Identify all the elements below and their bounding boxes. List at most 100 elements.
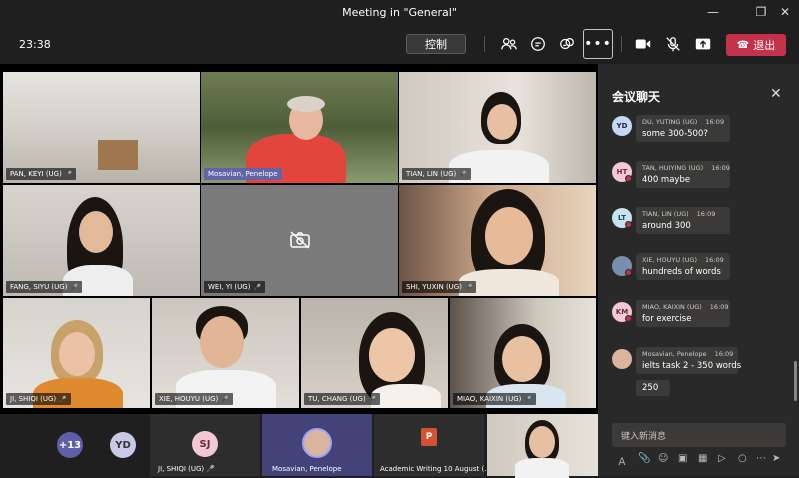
chat-message-input[interactable]: 键入新消息 (612, 423, 786, 447)
chat-message: DU, YUTING (UG) 16:09 some 300-500? (636, 115, 730, 142)
participant-name-tag: TIAN, LIN (UG) 🎤 (402, 168, 471, 180)
chat-message: XIE, HOUYU (UG) 16:09 hundreds of words (636, 253, 730, 280)
chat-message: TIAN, LIN (UG) 16:09 around 300 (636, 207, 730, 234)
mic-icon: 🎤 (70, 283, 78, 291)
video-tile[interactable]: PAN, KEYI (UG) 🎤 (3, 72, 200, 183)
stairs-shape (98, 140, 138, 170)
meeting-chat-panel: 会议聊天 ✕ YD DU, YUTING (UG) 16:09 some 300-… (598, 64, 799, 476)
toolbar-divider (621, 36, 622, 52)
sticker-icon[interactable]: ▦ (698, 453, 707, 464)
chat-message: Mosavian, Penelope 16:09 ielts task 2 - 3… (636, 347, 741, 374)
title-bar: Meeting in "General" (0, 0, 799, 24)
participant-name: JI, SHIQI (UG) 🎤 (158, 465, 216, 473)
avatar (612, 349, 632, 369)
meeting-toolbar: 23:38 控制 ••• ☎ 退出 (0, 24, 799, 80)
meet-icon[interactable]: ▷ (718, 453, 726, 464)
meeting-timer: 23:38 (19, 38, 51, 51)
participant-name-tag: JI, SHIQI (UG) 🎤 (6, 393, 71, 405)
participant-name-tag: SHI, YUXIN (UG) 🎤 (402, 281, 477, 293)
participant-name-tag: Mosavian, Penelope (204, 168, 282, 180)
video-tile[interactable]: JI, SHIQI (UG) 🎤 (3, 298, 150, 408)
more-options-icon[interactable]: ⋯ (756, 453, 766, 464)
mic-icon: 🎤 (253, 283, 261, 291)
participant-body (515, 458, 569, 478)
overflow-participants-button[interactable]: +13 (57, 432, 83, 458)
video-tile[interactable]: TU, CHANG (UG) 🎤 (301, 298, 448, 408)
participant-name-tag: MIAO, KAIXIN (UG) 🎤 (453, 393, 536, 405)
mic-icon: 🎤 (524, 395, 532, 403)
format-icon[interactable]: Ａ (617, 453, 627, 468)
participant-name-tag: FANG, SIYU (UG) 🎤 (6, 281, 82, 293)
video-tile[interactable]: FANG, SIYU (UG) 🎤 (3, 185, 200, 296)
video-tile[interactable]: XIE, HOUYU (UG) 🎤 (152, 298, 299, 408)
leave-label: 退出 (753, 39, 776, 52)
mic-muted-icon[interactable] (660, 32, 686, 56)
video-tile[interactable]: SHI, YUXIN (UG) 🎤 (399, 185, 596, 296)
participant-face (79, 211, 113, 253)
gif-icon[interactable]: ▣ (678, 453, 687, 464)
mic-icon: 🎤 (459, 170, 467, 178)
minimize-icon[interactable]: — (696, 0, 730, 24)
emoji-icon[interactable]: ☺ (658, 453, 668, 464)
camera-off-icon (290, 231, 310, 249)
close-icon[interactable]: ✕ (770, 86, 782, 102)
avatar[interactable]: YD (110, 432, 136, 458)
close-window-icon[interactable]: ✕ (768, 0, 799, 24)
window-title: Meeting in "General" (342, 5, 457, 19)
mic-icon: 🎤 (368, 395, 377, 403)
more-actions-button[interactable]: ••• (583, 29, 613, 59)
powerpoint-icon: P (421, 428, 437, 446)
participant-name-tag: WEI, YI (UG) 🎤 (204, 281, 265, 293)
avatar (302, 428, 332, 458)
phone-hangup-icon: ☎ (736, 39, 750, 51)
participant-face (369, 328, 415, 382)
chat-title: 会议聊天 (612, 90, 661, 104)
avatar: SJ (192, 431, 218, 457)
video-tile[interactable]: Mosavian, Penelope (201, 72, 398, 183)
participant-name-tag: TU, CHANG (UG) 🎤 (304, 393, 381, 405)
mic-icon: 🎤 (464, 283, 473, 291)
video-tile[interactable]: TIAN, LIN (UG) 🎤 (399, 72, 596, 183)
video-stage: PAN, KEYI (UG) 🎤 Mosavian, Penelope TIAN,… (0, 64, 598, 414)
chat-message: 250 (636, 380, 670, 396)
camera-icon[interactable] (630, 32, 656, 56)
participant-name: Mosavian, Penelope (272, 465, 342, 473)
video-tile[interactable]: WEI, YI (UG) 🎤 (201, 185, 398, 296)
status-badge (625, 221, 632, 228)
control-button[interactable]: 控制 (406, 34, 466, 54)
participant-body (371, 384, 441, 408)
participant-face (529, 426, 555, 458)
self-video-tile[interactable] (487, 414, 598, 478)
share-screen-icon[interactable] (690, 32, 716, 56)
participant-name-tag: PAN, KEYI (UG) 🎤 (6, 168, 77, 180)
participant-hair (287, 96, 325, 112)
chat-scrollbar[interactable] (794, 361, 797, 401)
shared-content-tile[interactable]: P Academic Writing 10 August (... (374, 414, 491, 476)
video-tile[interactable]: MIAO, KAIXIN (UG) 🎤 (450, 298, 596, 408)
participants-icon[interactable] (496, 32, 522, 56)
leave-button[interactable]: ☎ 退出 (726, 34, 786, 56)
toolbar-divider (484, 36, 485, 52)
mic-icon: 🎤 (221, 395, 229, 403)
participant-name-tag: XIE, HOUYU (UG) 🎤 (155, 393, 233, 405)
send-icon[interactable]: ➤ (772, 453, 780, 464)
participant-tile[interactable]: SJ JI, SHIQI (UG) 🎤 (150, 414, 260, 476)
status-badge (625, 315, 632, 322)
mic-icon: 🎤 (64, 170, 73, 178)
praise-icon[interactable]: ○ (738, 453, 747, 464)
status-badge (625, 175, 632, 182)
chat-message: TAN, HUIYING (UG) 16:09 400 maybe (636, 161, 730, 188)
participant-face (487, 104, 517, 140)
participant-strip: +13 YD SJ JI, SHIQI (UG) 🎤 Mosavian, Pen… (0, 414, 598, 478)
chat-icon[interactable] (525, 32, 551, 56)
reactions-icon[interactable] (554, 32, 580, 56)
participant-face (485, 207, 533, 265)
participant-tile[interactable]: Mosavian, Penelope (262, 414, 372, 476)
avatar: YD (612, 116, 632, 136)
mic-muted-icon: 🎤 (206, 465, 216, 473)
mic-icon: 🎤 (59, 395, 67, 403)
attach-icon[interactable]: 📎 (638, 453, 650, 464)
shared-file-name: Academic Writing 10 August (... (380, 465, 491, 473)
participant-face (200, 316, 244, 368)
status-badge (625, 269, 632, 276)
